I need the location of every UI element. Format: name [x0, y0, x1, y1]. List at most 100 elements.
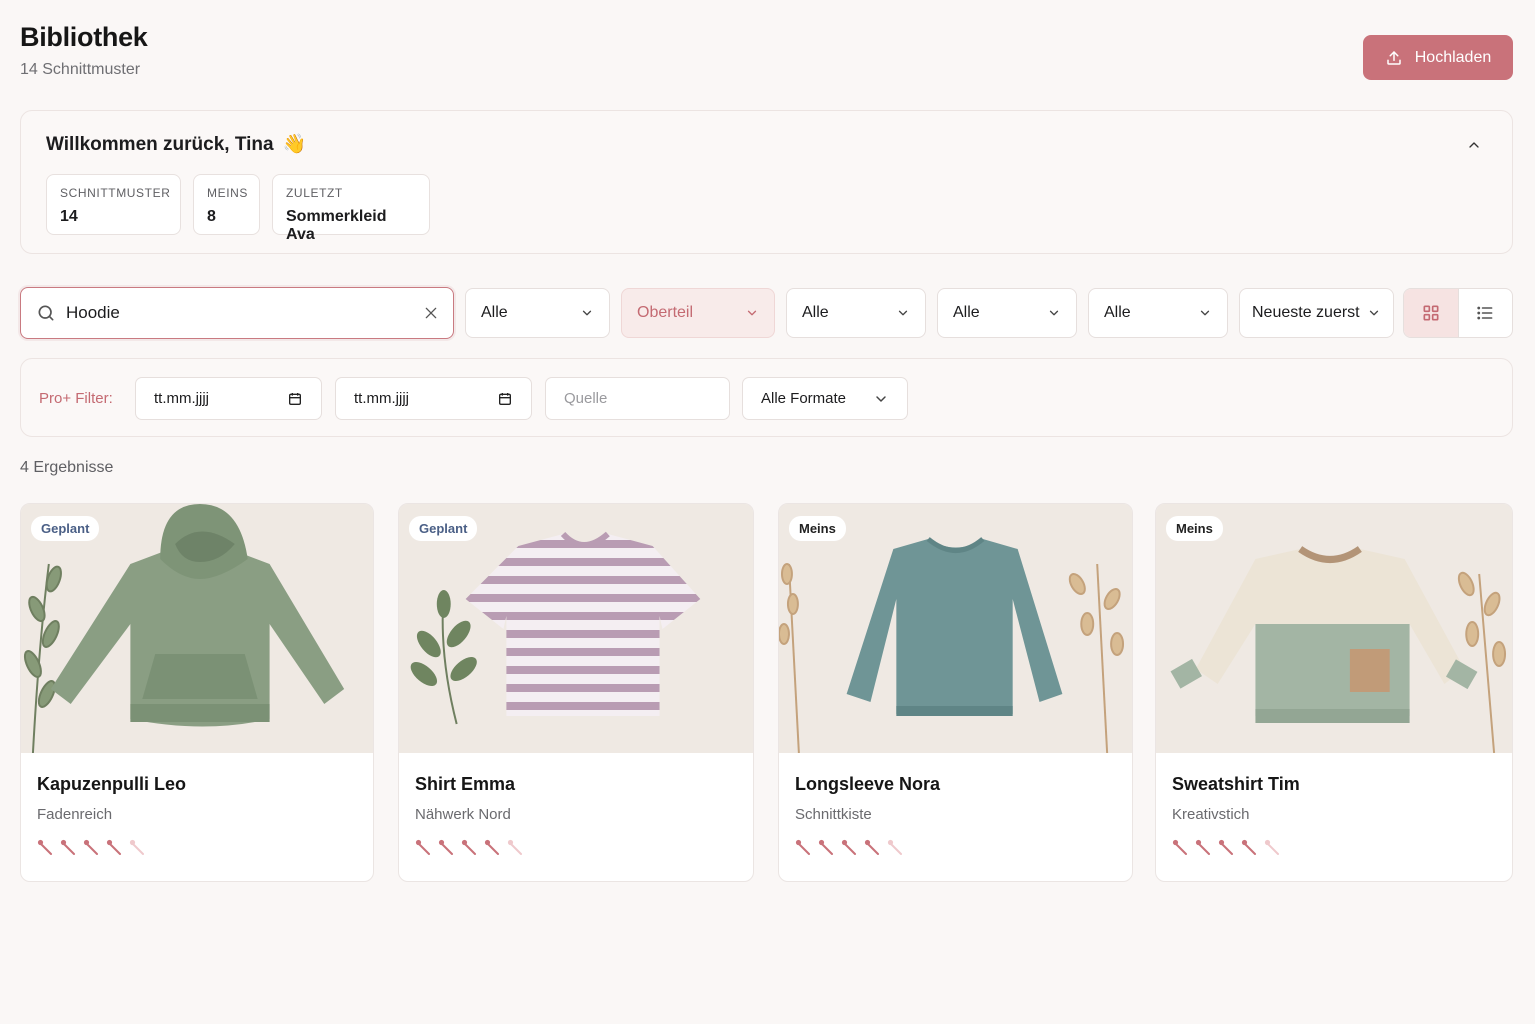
sweatshirt-image: [1156, 504, 1512, 753]
pattern-card[interactable]: Geplant Kapuzenpulli Leo Fadenreich: [20, 503, 374, 882]
needle-icon-filled: [438, 839, 454, 855]
tshirt-image: [399, 504, 753, 753]
needle-icon-filled: [83, 839, 99, 855]
card-brand: Schnittkiste: [795, 806, 872, 823]
card-brand: Kreativstich: [1172, 806, 1250, 823]
pattern-image: [779, 504, 1132, 753]
needle-icon-filled: [1241, 839, 1257, 855]
pattern-image: [1156, 504, 1512, 753]
date-from-value: tt.mm.jjjj: [154, 390, 209, 407]
stat-value: Sommerkleid Ava: [286, 208, 387, 243]
needle-icon-filled: [60, 839, 76, 855]
format-select[interactable]: Alle Formate: [742, 377, 908, 420]
status-badge: Meins: [1166, 516, 1223, 541]
needle-icon-filled: [37, 839, 53, 855]
needle-icon-filled: [795, 839, 811, 855]
difficulty-rating: [795, 839, 903, 855]
chevron-down-icon: [898, 310, 908, 316]
sort-select[interactable]: Neueste zuerst: [1239, 288, 1394, 338]
filter-select-4[interactable]: Alle: [937, 288, 1077, 338]
chevron-down-icon: [876, 395, 886, 402]
view-toggle: [1403, 288, 1513, 338]
clear-search-icon[interactable]: [423, 305, 439, 321]
card-title: Shirt Emma: [415, 774, 516, 794]
stat-mine: Meins 8: [193, 174, 260, 235]
hoodie-pocket: [142, 654, 258, 699]
stat-label: Meins: [207, 186, 249, 200]
welcome-panel: Willkommen zurück, Tina 👋 Schnittmuster …: [20, 110, 1513, 254]
waving-hand-icon: 👋: [282, 134, 307, 155]
filter-select-1[interactable]: Alle: [465, 288, 610, 338]
needle-icon-empty: [507, 839, 523, 855]
results-count: 4 Ergebnisse: [20, 459, 114, 476]
chevron-up-icon[interactable]: [1466, 137, 1482, 153]
search-input[interactable]: [66, 300, 406, 326]
card-title: Kapuzenpulli Leo: [37, 774, 187, 794]
difficulty-rating: [1172, 839, 1280, 855]
pattern-image: [399, 504, 753, 753]
needle-icon-filled: [1172, 839, 1188, 855]
needle-icon-filled: [106, 839, 122, 855]
stat-label: Schnittmuster: [60, 186, 171, 200]
hoodie-image: [21, 504, 373, 753]
stat-value: 14: [60, 208, 78, 225]
upload-icon: [1387, 50, 1401, 65]
select-value: Alle: [481, 304, 508, 321]
stat-patterns: Schnittmuster 14: [46, 174, 181, 235]
date-to-field[interactable]: tt.mm.jjjj: [335, 377, 532, 420]
status-badge: Geplant: [409, 516, 478, 541]
card-title: Sweatshirt Tim: [1172, 774, 1300, 794]
date-from-field[interactable]: tt.mm.jjjj: [135, 377, 322, 420]
format-value: Alle Formate: [761, 390, 847, 407]
stat-label: Zuletzt: [286, 186, 343, 200]
pro-filter-label: Pro+ Filter:: [39, 390, 113, 407]
filter-select-3[interactable]: Alle: [786, 288, 926, 338]
search-icon: [38, 305, 54, 321]
stats-row: Schnittmuster 14 Meins 8 Zuletzt Sommerk…: [46, 174, 430, 243]
needle-icon-filled: [1218, 839, 1234, 855]
grid-icon: [1423, 305, 1439, 321]
stat-recent: Zuletzt Sommerkleid Ava: [272, 174, 430, 243]
filter-select-5[interactable]: Alle: [1088, 288, 1228, 338]
pattern-card[interactable]: Geplant Shirt Emma Nähwerk Nord: [398, 503, 754, 882]
welcome-text: Willkommen zurück, Tina: [46, 134, 274, 155]
upload-button[interactable]: Hochladen: [1363, 35, 1513, 80]
needle-icon-filled: [1195, 839, 1211, 855]
needle-icon-empty: [129, 839, 145, 855]
calendar-icon[interactable]: [287, 391, 303, 407]
source-placeholder: Quelle: [564, 390, 608, 407]
chevron-down-icon: [1049, 310, 1059, 316]
select-value: Alle: [953, 304, 980, 321]
sweatshirt-pocket: [1349, 649, 1390, 692]
grid-view-button[interactable]: [1404, 289, 1459, 337]
source-input[interactable]: Quelle: [545, 377, 730, 420]
needle-icon-filled: [818, 839, 834, 855]
welcome-title: Willkommen zurück, Tina 👋: [46, 132, 306, 156]
difficulty-rating: [415, 839, 523, 855]
page-title: Bibliothek: [20, 22, 148, 52]
calendar-icon[interactable]: [497, 391, 513, 407]
list-view-button[interactable]: [1459, 289, 1513, 337]
longsleeve-image: [779, 504, 1132, 753]
card-brand: Nähwerk Nord: [415, 806, 511, 823]
needle-icon-filled: [415, 839, 431, 855]
filter-select-category[interactable]: Oberteil: [621, 288, 775, 338]
needle-icon-filled: [484, 839, 500, 855]
list-icon: [1477, 306, 1493, 320]
pro-filter-panel: Pro+ Filter: tt.mm.jjjj tt.mm.jjjj Quell…: [20, 358, 1513, 437]
select-value: Alle: [802, 304, 829, 321]
select-value: Neueste zuerst: [1252, 304, 1360, 321]
pattern-card[interactable]: Meins Longsleeve Nora Schnittkiste: [778, 503, 1133, 882]
card-title: Longsleeve Nora: [795, 774, 941, 794]
card-brand: Fadenreich: [37, 806, 113, 823]
chevron-down-icon: [582, 310, 592, 316]
select-value: Alle: [1104, 304, 1131, 321]
pattern-count: 14 Schnittmuster: [20, 61, 141, 78]
needle-icon-filled: [461, 839, 477, 855]
pattern-card[interactable]: Meins Sweatshirt Tim Kreativstich: [1155, 503, 1513, 882]
stat-value: 8: [207, 208, 216, 225]
date-to-value: tt.mm.jjjj: [354, 390, 409, 407]
needle-icon-empty: [887, 839, 903, 855]
needle-icon-filled: [864, 839, 880, 855]
status-badge: Geplant: [31, 516, 100, 541]
